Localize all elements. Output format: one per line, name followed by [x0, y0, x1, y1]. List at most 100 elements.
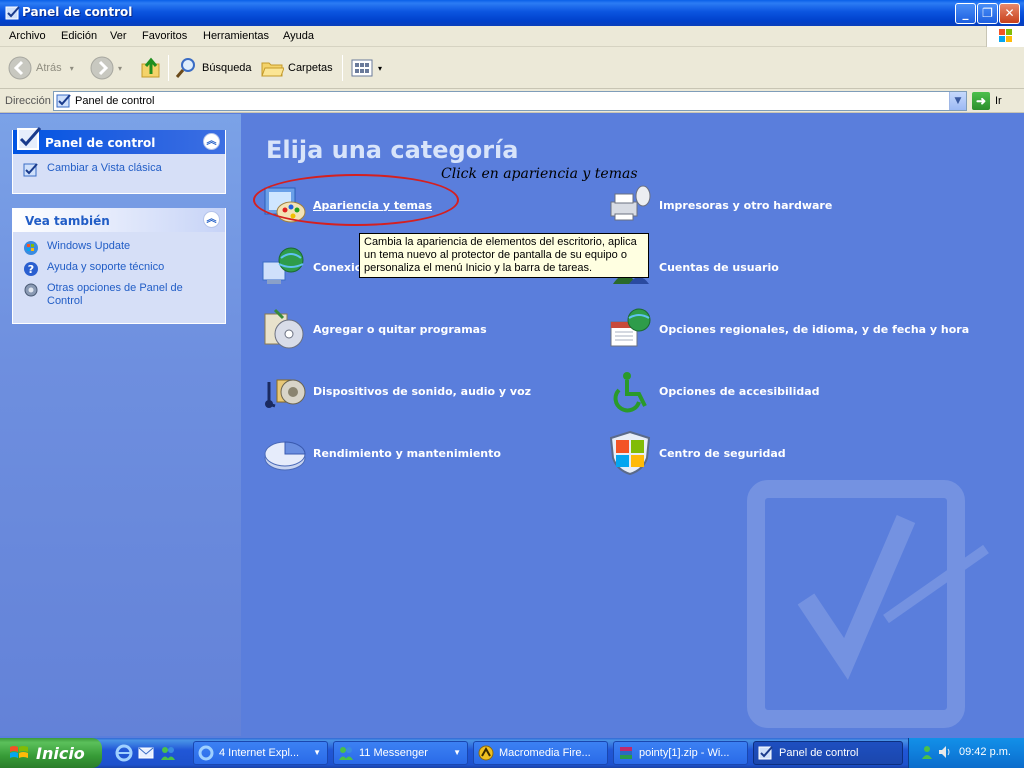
address-value: Panel de control — [75, 95, 155, 107]
menu-ver[interactable]: Ver — [110, 30, 127, 42]
address-dropdown-button[interactable]: ▼ — [949, 92, 966, 110]
collapse-icon[interactable]: ︽ — [203, 133, 220, 150]
windows-update-icon — [24, 241, 38, 255]
category-accessibility[interactable]: Opciones de accesibilidad — [607, 368, 820, 414]
address-input[interactable]: Panel de control ▼ — [53, 91, 967, 111]
address-bar: Dirección Panel de control ▼ ➜ Ir — [0, 89, 1024, 113]
category-printers-hardware[interactable]: Impresoras y otro hardware — [607, 182, 832, 228]
outlook-express-icon[interactable] — [137, 744, 155, 762]
switch-classic-view-link[interactable]: Cambiar a Vista clásica — [23, 162, 217, 178]
category-performance-maintenance[interactable]: Rendimiento y mantenimiento — [261, 430, 501, 476]
category-tooltip: Cambia la apariencia de elementos del es… — [359, 233, 649, 278]
taskbar-item-messenger[interactable]: 11 Messenger ▼ — [333, 741, 468, 765]
category-regional-language-datetime[interactable]: Opciones regionales, de idioma, y de fec… — [607, 306, 969, 352]
category-label: Centro de seguridad — [659, 446, 786, 460]
category-label: Dispositivos de sonido, audio y voz — [313, 384, 532, 398]
add-remove-programs-icon — [264, 308, 304, 349]
taskbar-item-fireworks[interactable]: Macromedia Fire... — [473, 741, 608, 765]
other-options-link[interactable]: Otras opciones de Panel de Control — [23, 282, 217, 308]
shield-icon — [609, 430, 651, 476]
messenger-icon[interactable] — [159, 744, 177, 762]
category-sound-audio-voice[interactable]: Dispositivos de sonido, audio y voz — [261, 368, 531, 414]
views-icon — [351, 59, 373, 77]
category-label: Opciones de accesibilidad — [659, 384, 820, 398]
address-label: Dirección — [5, 95, 51, 107]
messenger-icon — [339, 747, 353, 760]
toolbar: Atrás ▾ ▾ Búsqueda Carpetas ▾ — [0, 47, 1024, 89]
windows-update-link[interactable]: Windows Update — [23, 240, 217, 256]
classic-view-icon — [23, 163, 38, 177]
control-panel-box-title: Panel de control — [45, 136, 156, 150]
speaker-music-icon — [265, 379, 306, 408]
category-label: Impresoras y otro hardware — [659, 198, 833, 212]
menu-archivo[interactable]: Archivo — [9, 30, 46, 42]
chevron-down-icon: ▼ — [453, 748, 461, 757]
toolbar-separator — [342, 55, 343, 81]
taskbar-item-internet-explorer[interactable]: 4 Internet Expl... ▼ — [193, 741, 328, 765]
window-title: Panel de control — [22, 5, 133, 19]
svg-text:?: ? — [28, 263, 34, 276]
category-view: Elija una categoría Click en apariencia … — [241, 114, 1024, 736]
menu-ayuda[interactable]: Ayuda — [283, 30, 314, 42]
folders-button[interactable]: Carpetas — [260, 54, 333, 82]
accessibility-icon — [613, 372, 647, 413]
help-support-label: Ayuda y soporte técnico — [47, 261, 165, 273]
chevron-down-icon: ▼ — [313, 748, 321, 757]
go-label: Ir — [995, 95, 1002, 107]
control-panel-watermark-icon — [747, 480, 989, 728]
taskbar: Inicio 4 Internet Expl... ▼ 11 Messenger… — [0, 738, 1024, 768]
folder-up-icon — [141, 57, 160, 78]
internet-explorer-icon[interactable] — [115, 744, 133, 762]
control-panel-icon — [758, 746, 773, 760]
views-button[interactable]: ▾ — [350, 54, 382, 82]
restore-button[interactable]: ❐ — [977, 3, 998, 24]
windows-flag-icon — [999, 29, 1012, 42]
other-options-label: Otras opciones de Panel de Control — [47, 282, 183, 307]
help-icon: ? — [24, 262, 38, 276]
back-button[interactable]: Atrás ▾ — [8, 54, 74, 82]
control-panel-box: Panel de control ︽ Cambiar a Vista clási… — [12, 127, 226, 194]
minimize-button[interactable]: _ — [955, 3, 976, 24]
messenger-status-icon[interactable] — [919, 744, 935, 760]
windows-logo — [986, 26, 1024, 47]
close-button[interactable]: ✕ — [999, 3, 1020, 24]
help-support-link[interactable]: ? Ayuda y soporte técnico — [23, 261, 217, 277]
search-button[interactable]: Búsqueda — [174, 54, 252, 82]
windows-flag-icon — [10, 746, 28, 758]
toolbar-separator — [168, 55, 169, 81]
control-panel-icon — [56, 94, 71, 108]
archive-icon — [620, 747, 632, 759]
see-also-box: Vea también ︽ Windows Update ? Ayuda y s… — [12, 208, 226, 324]
annotation-text: Click en apariencia y temas — [441, 166, 638, 182]
task-label: 4 Internet Expl... — [219, 747, 300, 759]
pie-chart-icon — [264, 441, 306, 471]
see-also-box-header[interactable]: Vea también ︽ — [13, 208, 225, 232]
taskbar-item-winrar[interactable]: pointy[1].zip - Wi... — [613, 741, 748, 765]
go-arrow-icon: ➜ — [972, 92, 990, 110]
title-bar: Panel de control _ ❐ ✕ — [0, 0, 1024, 26]
start-label: Inicio — [36, 743, 85, 763]
up-folder-button[interactable] — [139, 54, 167, 82]
forward-button[interactable]: ▾ — [90, 54, 122, 82]
page-heading: Elija una categoría — [266, 136, 519, 164]
back-label: Atrás — [36, 62, 62, 74]
menu-herramientas[interactable]: Herramientas — [203, 30, 269, 42]
collapse-icon[interactable]: ︽ — [203, 211, 220, 228]
taskbar-item-control-panel[interactable]: Panel de control — [753, 741, 903, 765]
menu-favoritos[interactable]: Favoritos — [142, 30, 187, 42]
category-label: Opciones regionales, de idioma, y de fec… — [659, 322, 970, 336]
category-label: Rendimiento y mantenimiento — [313, 446, 501, 460]
task-label: pointy[1].zip - Wi... — [639, 747, 730, 759]
volume-icon[interactable] — [937, 744, 953, 760]
gear-icon — [24, 283, 38, 297]
menu-edicion[interactable]: Edición — [61, 30, 97, 42]
category-security-center[interactable]: Centro de seguridad — [607, 430, 786, 476]
category-label: Cuentas de usuario — [659, 260, 779, 274]
forward-arrow-icon — [90, 56, 114, 80]
start-button[interactable]: Inicio — [0, 738, 102, 768]
category-label: Agregar o quitar programas — [313, 322, 487, 336]
control-panel-box-header[interactable]: Panel de control ︽ — [13, 127, 225, 154]
folders-label: Carpetas — [288, 62, 333, 74]
category-add-remove-programs[interactable]: Agregar o quitar programas — [261, 306, 487, 352]
go-button[interactable]: ➜ Ir — [972, 92, 1002, 110]
